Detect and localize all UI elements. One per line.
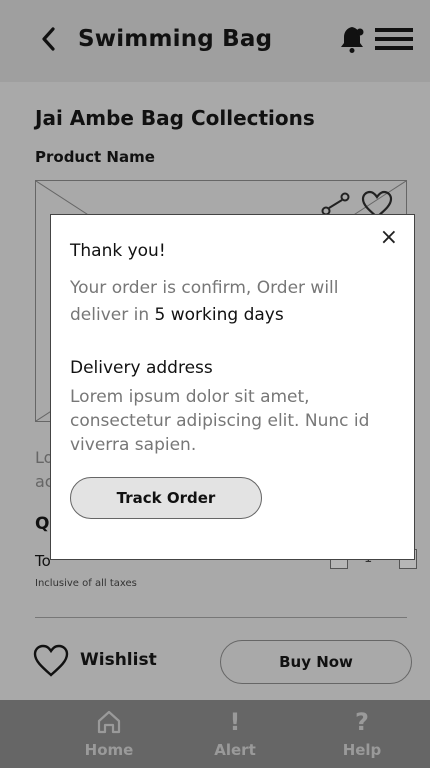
nav-item-alert[interactable]: ! Alert bbox=[175, 700, 295, 768]
bottom-navigation: Home ! Alert ? Help bbox=[0, 700, 430, 768]
quantity-label-fragment: Q bbox=[35, 514, 50, 534]
delivery-days: 5 working days bbox=[154, 305, 284, 325]
nav-label-home: Home bbox=[84, 741, 134, 759]
content-divider bbox=[35, 617, 407, 618]
delivery-address-title: Delivery address bbox=[70, 358, 213, 378]
page-title: Swimming Bag bbox=[78, 26, 273, 52]
store-name: Jai Ambe Bag Collections bbox=[35, 106, 315, 130]
order-confirmation-modal: × Thank you! Your order is confirm, Orde… bbox=[50, 214, 415, 560]
alert-icon: ! bbox=[229, 708, 241, 736]
close-icon[interactable]: × bbox=[380, 227, 398, 249]
hamburger-menu-icon[interactable] bbox=[374, 27, 414, 51]
nav-item-home[interactable]: Home bbox=[49, 700, 169, 768]
wishlist-heart-icon[interactable] bbox=[32, 644, 70, 678]
help-icon: ? bbox=[355, 708, 369, 736]
modal-title: Thank you! bbox=[70, 241, 166, 261]
total-label-fragment: To bbox=[35, 552, 51, 570]
track-order-button[interactable]: Track Order bbox=[70, 477, 262, 519]
chevron-left-icon[interactable] bbox=[38, 25, 58, 53]
wishlist-label[interactable]: Wishlist bbox=[80, 650, 157, 670]
nav-label-help: Help bbox=[342, 741, 382, 759]
nav-item-help[interactable]: ? Help bbox=[302, 700, 422, 768]
buy-now-button[interactable]: Buy Now bbox=[220, 640, 412, 684]
bell-icon[interactable] bbox=[337, 24, 367, 54]
product-name-label: Product Name bbox=[35, 148, 155, 166]
nav-label-alert: Alert bbox=[214, 741, 256, 759]
order-confirmation-message: Your order is confirm, Order will delive… bbox=[70, 275, 390, 329]
app-screen: Swimming Bag Jai Ambe Bag Collections Pr… bbox=[0, 0, 430, 768]
app-header: Swimming Bag bbox=[0, 0, 430, 82]
tax-note: Inclusive of all taxes bbox=[35, 578, 137, 589]
home-icon bbox=[49, 707, 169, 737]
delivery-address-text: Lorem ipsum dolor sit amet, consectetur … bbox=[70, 387, 370, 455]
